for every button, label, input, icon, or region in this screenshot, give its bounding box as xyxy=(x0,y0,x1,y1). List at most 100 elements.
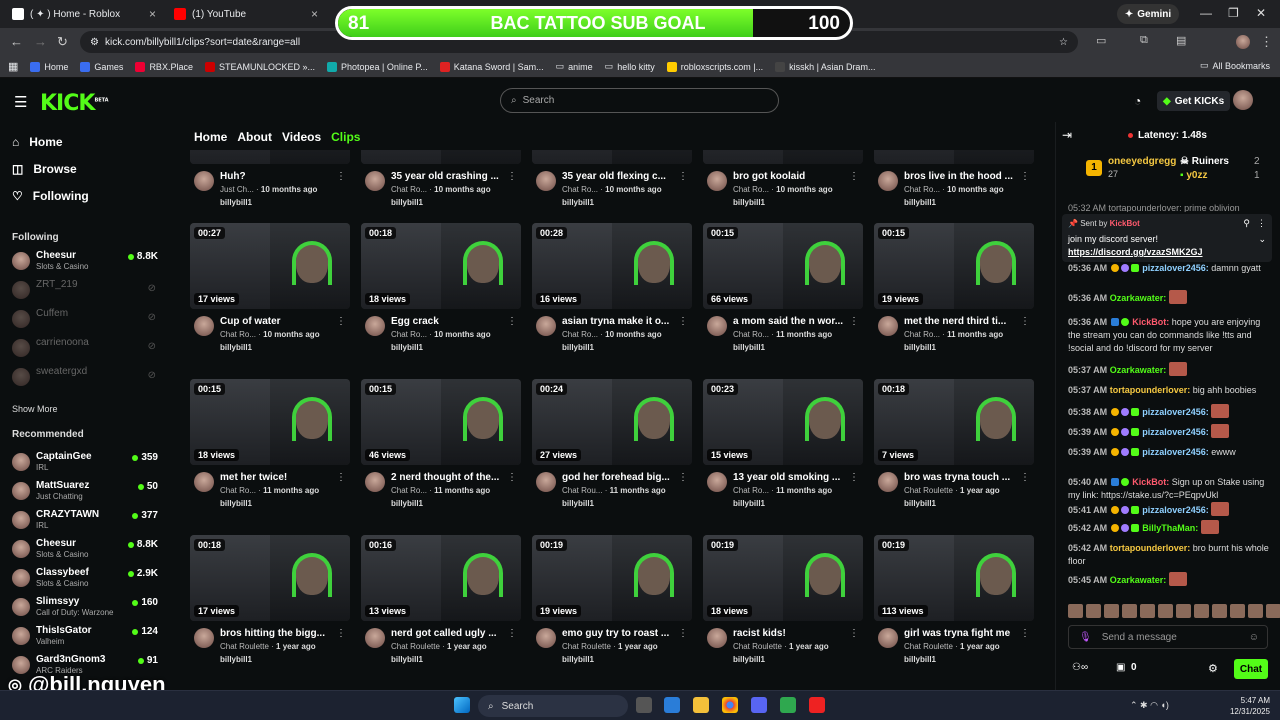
sidebar-recommended-item[interactable]: ThisIsGator Valheim 124 xyxy=(10,623,162,649)
channel-avatar[interactable] xyxy=(536,472,556,492)
clip-title[interactable]: bros hitting the bigg... xyxy=(220,628,338,639)
chat-username[interactable]: Ozarkawater: xyxy=(1110,293,1167,303)
clip-card[interactable]: 00:15 19 views met the nerd third ti... ⋮ Ch… xyxy=(874,223,1034,373)
chat-username[interactable]: KickBot: xyxy=(1132,477,1169,487)
clip-thumbnail[interactable]: 00:28 16 views xyxy=(532,223,692,309)
tab-videos[interactable]: Videos xyxy=(282,130,321,144)
more-options-icon[interactable]: ⋮ xyxy=(849,316,859,327)
clip-thumbnail[interactable]: 00:15 46 views xyxy=(361,379,521,465)
bookmark-item[interactable]: kisskh | Asian Dram... xyxy=(775,61,875,72)
clip-card[interactable]: 00:18 18 views Egg crack ⋮ Chat Ro... · 10 m… xyxy=(361,223,521,373)
clip-channel[interactable]: billybill1 xyxy=(220,499,252,508)
file-explorer-icon[interactable] xyxy=(693,697,709,713)
all-bookmarks[interactable]: ▭ All Bookmarks xyxy=(1200,60,1270,71)
clip-card[interactable]: 00:18 17 views bros hitting the bigg... ⋮ Ch… xyxy=(190,535,350,670)
sidebar-following-item[interactable]: ZRT_219 ⊘ xyxy=(10,277,162,303)
clip-thumbnail[interactable]: 00:27 17 views xyxy=(190,223,350,309)
clip-channel[interactable]: billybill1 xyxy=(391,343,423,352)
sidebar-recommended-item[interactable]: Classybeef Slots & Casino 2.9K xyxy=(10,565,162,591)
chat-username[interactable]: pizzalover2456: xyxy=(1142,263,1209,273)
clip-card[interactable]: 00:18 7 views bro was tryna touch ... ⋮ Chat… xyxy=(874,379,1034,529)
maximize-icon[interactable]: ❐ xyxy=(1228,6,1239,20)
chat-username[interactable]: pizzalover2456: xyxy=(1142,505,1209,515)
widgets-icon[interactable] xyxy=(664,697,680,713)
close-icon[interactable]: × xyxy=(311,7,318,21)
chat-username[interactable]: pizzalover2456: xyxy=(1142,447,1209,457)
bookmark-folder[interactable]: ▭ anime xyxy=(556,61,593,72)
more-options-icon[interactable]: ⋮ xyxy=(678,316,688,327)
more-options-icon[interactable]: ⋮ xyxy=(336,628,346,639)
channel-avatar[interactable] xyxy=(194,171,214,191)
tab-home[interactable]: Home xyxy=(194,130,227,144)
sidebar-following-item[interactable]: Cuffem ⊘ xyxy=(10,306,162,332)
channel-avatar[interactable] xyxy=(536,316,556,336)
leader-name[interactable]: oneeyedgregg xyxy=(1108,156,1176,167)
unpin-icon[interactable]: ⚲ xyxy=(1243,218,1250,229)
chat-username[interactable]: pizzalover2456: xyxy=(1142,427,1209,437)
clip-channel[interactable]: billybill1 xyxy=(904,343,936,352)
clip-channel[interactable]: billybill1 xyxy=(733,655,765,664)
clip-title[interactable]: 35 year old crashing ... xyxy=(391,171,509,182)
clip-card[interactable]: 00:15 66 views a mom said the n wor... ⋮ Cha… xyxy=(703,223,863,373)
bookmark-item[interactable]: RBX.Place xyxy=(135,61,193,72)
clip-channel[interactable]: billybill1 xyxy=(220,655,252,664)
taskbar-search[interactable]: ⌕ Search xyxy=(478,695,628,717)
clip-card[interactable]: 00:19 19 views emo guy try to roast ... ⋮ Ch… xyxy=(532,535,692,670)
channel-avatar[interactable] xyxy=(707,472,727,492)
clip-channel[interactable]: billybill1 xyxy=(904,198,936,207)
mic-icon[interactable]: 🎙 xyxy=(1079,632,1092,643)
system-tray-icons[interactable]: ⌃ ✱ ◠ ◖) xyxy=(1130,700,1169,711)
clip-title[interactable]: nerd got called ugly ... xyxy=(391,628,509,639)
clip-title[interactable]: Cup of water xyxy=(220,316,338,327)
chat-username[interactable]: Ozarkawater: xyxy=(1110,365,1167,375)
bookmark-item[interactable]: Home xyxy=(30,61,68,72)
bookmark-item[interactable]: STEAMUNLOCKED »... xyxy=(204,61,315,72)
channel-avatar[interactable] xyxy=(707,171,727,191)
notification-icon[interactable]: ◔ xyxy=(1134,94,1141,108)
more-options-icon[interactable]: ⋮ xyxy=(1020,472,1030,483)
opera-icon[interactable] xyxy=(809,697,825,713)
chevron-down-icon[interactable]: ⌄ xyxy=(1258,234,1266,245)
clip-title[interactable]: asian tryna make it o... xyxy=(562,316,680,327)
clip-thumbnail[interactable]: 00:18 17 views xyxy=(190,535,350,621)
clip-card[interactable]: 35 year old flexing c... ⋮ Chat Ro... · 10… xyxy=(532,150,692,228)
gift-icon[interactable]: ▣ xyxy=(1116,662,1125,673)
clip-thumbnail[interactable]: 00:15 66 views xyxy=(703,223,863,309)
clip-thumbnail[interactable]: 00:19 18 views xyxy=(703,535,863,621)
clip-title[interactable]: 2 nerd thought of the... xyxy=(391,472,509,483)
more-options-icon[interactable]: ⋮ xyxy=(849,628,859,639)
channel-avatar[interactable] xyxy=(878,171,898,191)
tab-about[interactable]: About xyxy=(237,130,272,144)
clip-thumbnail[interactable]: 00:23 15 views xyxy=(703,379,863,465)
user-avatar[interactable] xyxy=(1233,90,1253,110)
puzzle-icon[interactable]: ⧉ xyxy=(1140,34,1148,47)
more-options-icon[interactable]: ⋮ xyxy=(1020,171,1030,182)
clip-card[interactable]: bros live in the hood ... ⋮ Chat Ro... · 1… xyxy=(874,150,1034,228)
clip-channel[interactable]: billybill1 xyxy=(562,499,594,508)
pinned-link[interactable]: https://discord.gg/vzazSMK2GJ xyxy=(1068,247,1203,257)
clip-thumbnail[interactable] xyxy=(361,150,521,164)
sidebar-icon[interactable]: ▤ xyxy=(1176,34,1186,47)
get-kicks-button[interactable]: ◆ Get KICKs xyxy=(1157,91,1231,111)
clip-channel[interactable]: billybill1 xyxy=(391,499,423,508)
clip-channel[interactable]: billybill1 xyxy=(391,198,423,207)
clip-thumbnail[interactable]: 00:16 13 views xyxy=(361,535,521,621)
tab-clips[interactable]: Clips xyxy=(331,130,360,144)
sidebar-recommended-item[interactable]: CRAZYTAWN IRL 377 xyxy=(10,507,162,533)
clip-card[interactable]: 00:16 13 views nerd got called ugly ... ⋮ Ch… xyxy=(361,535,521,670)
apps-grid-icon[interactable]: ▦ xyxy=(8,60,18,73)
clip-title[interactable]: met the nerd third ti... xyxy=(904,316,1022,327)
close-icon[interactable]: × xyxy=(149,7,156,21)
chat-input[interactable]: 🎙 Send a message ☺ xyxy=(1068,625,1268,649)
emoji-icon[interactable]: ☺ xyxy=(1249,632,1259,643)
clip-card[interactable]: 00:15 46 views 2 nerd thought of the... ⋮ Ch… xyxy=(361,379,521,529)
taskview-icon[interactable] xyxy=(636,697,652,713)
clip-card[interactable]: 00:19 113 views girl was tryna fight me ⋮ Ch… xyxy=(874,535,1034,670)
clip-title[interactable]: Huh? xyxy=(220,171,338,182)
bookmark-item[interactable]: Katana Sword | Sam... xyxy=(439,61,544,72)
clip-card[interactable]: bro got koolaid ⋮ Chat Ro... · 10 months a… xyxy=(703,150,863,228)
clip-thumbnail[interactable]: 00:15 18 views xyxy=(190,379,350,465)
send-chat-button[interactable]: Chat xyxy=(1234,659,1268,679)
app-icon[interactable] xyxy=(780,697,796,713)
discord-icon[interactable] xyxy=(751,697,767,713)
